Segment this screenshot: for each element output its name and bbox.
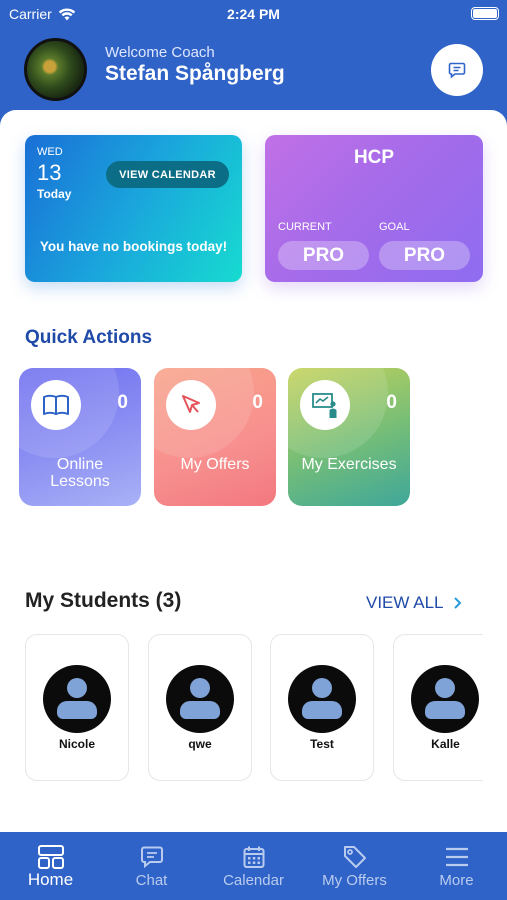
header: Welcome Coach Stefan Spångberg (0, 28, 507, 110)
view-calendar-button[interactable]: VIEW CALENDAR (106, 161, 229, 188)
my-offers-label: My Offers (180, 456, 250, 473)
student-avatar-icon (288, 665, 356, 733)
coach-avatar[interactable] (24, 38, 87, 101)
coach-name: Stefan Spångberg (105, 62, 285, 85)
tag-icon (342, 844, 368, 870)
online-lessons-count: 0 (117, 392, 128, 413)
status-bar: Carrier 2:24 PM (0, 0, 507, 28)
hcp-goal-label: GOAL (379, 221, 410, 233)
calendar-date: 13 (37, 160, 62, 185)
student-avatar-icon (411, 665, 479, 733)
my-exercises-count: 0 (386, 392, 397, 413)
chevron-right-icon (454, 597, 462, 609)
view-all-students-link[interactable]: VIEW ALL (366, 593, 462, 613)
message-icon (448, 62, 466, 79)
hcp-card[interactable]: HCP CURRENT GOAL PRO PRO (265, 135, 483, 282)
student-avatar-icon (166, 665, 234, 733)
chat-icon (140, 844, 164, 870)
student-card[interactable]: qwe (148, 634, 252, 781)
tab-calendar-label: Calendar (223, 872, 284, 889)
cursor-icon (166, 380, 216, 430)
student-name: Test (310, 737, 334, 751)
hcp-current-value: PRO (278, 241, 369, 270)
quick-action-my-exercises[interactable]: 0 My Exercises (288, 368, 410, 506)
tab-my-offers-label: My Offers (322, 872, 387, 889)
student-card[interactable]: Test (270, 634, 374, 781)
no-bookings-message: You have no bookings today! (39, 239, 228, 254)
messages-button[interactable] (431, 44, 483, 96)
my-students-title: My Students (3) (25, 589, 182, 612)
calendar-icon (242, 844, 266, 870)
calendar-weekday: WED (37, 146, 63, 158)
hcp-title: HCP (353, 147, 395, 168)
menu-icon (444, 844, 470, 870)
student-avatar-icon (43, 665, 111, 733)
tab-home-label: Home (27, 870, 74, 889)
book-icon (31, 380, 81, 430)
quick-actions-title: Quick Actions (25, 327, 153, 348)
calendar-today-label: Today (37, 187, 72, 201)
calendar-card[interactable]: WED 13 Today VIEW CALENDAR You have no b… (25, 135, 242, 282)
student-name: Kalle (431, 737, 460, 751)
status-time: 2:24 PM (227, 6, 280, 22)
bottom-tab-bar: Home Chat Calendar My Offers More (0, 832, 507, 900)
presentation-icon (300, 380, 350, 430)
student-name: Nicole (58, 737, 95, 751)
tab-more-label: More (439, 872, 474, 889)
tab-my-offers[interactable]: My Offers (304, 832, 405, 900)
online-lessons-label: Online Lessons (50, 456, 110, 490)
battery-icon (471, 7, 499, 20)
welcome-text: Welcome Coach (105, 44, 215, 61)
hcp-goal-value: PRO (379, 241, 470, 270)
tab-calendar[interactable]: Calendar (203, 832, 304, 900)
quick-action-my-offers[interactable]: 0 My Offers (154, 368, 276, 506)
student-name: qwe (188, 737, 212, 751)
tab-chat-label: Chat (135, 872, 168, 889)
main-content: WED 13 Today VIEW CALENDAR You have no b… (0, 110, 507, 832)
my-offers-count: 0 (252, 392, 263, 413)
student-card[interactable]: Nicole (25, 634, 129, 781)
home-grid-icon (37, 844, 65, 870)
tab-chat[interactable]: Chat (101, 832, 202, 900)
tab-more[interactable]: More (406, 832, 507, 900)
quick-action-online-lessons[interactable]: 0 Online Lessons (19, 368, 141, 506)
view-all-label: VIEW ALL (366, 593, 444, 612)
student-card[interactable]: Kalle (393, 634, 483, 781)
tab-home[interactable]: Home (0, 832, 101, 900)
my-exercises-label: My Exercises (301, 456, 397, 473)
hcp-current-label: CURRENT (278, 221, 332, 233)
